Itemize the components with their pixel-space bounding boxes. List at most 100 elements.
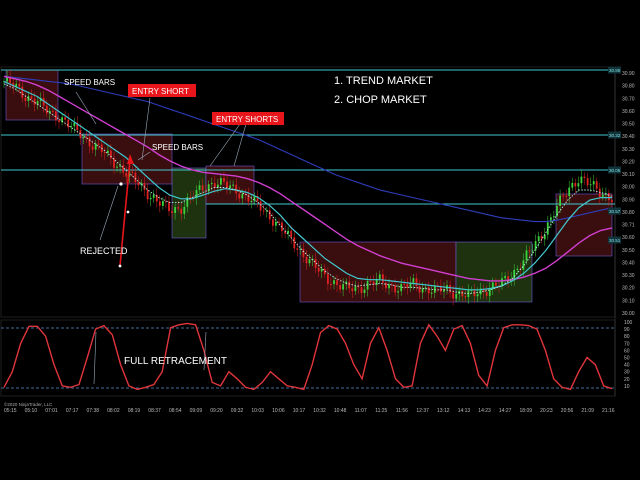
entry-shorts-label: ENTRY SHORTS [216,115,278,124]
candle-down [21,86,24,98]
candle-down [201,185,204,191]
candle-up [397,291,399,293]
candle-up [354,286,357,292]
candle-down [103,152,106,154]
candle-down [158,201,161,206]
candle-down [394,285,396,293]
candle-up [94,143,97,150]
candle-up [592,181,595,185]
candle-down [55,111,57,121]
candle-down [58,120,60,123]
candle-down [485,292,488,296]
price-level-tag: 30.57 [609,209,621,214]
candle-down [146,189,149,200]
time-axis-label: 11:07 [355,408,367,414]
candle-down [278,221,280,223]
rejected-point [118,264,122,268]
price-axis-label: 30.30 [622,147,635,153]
entry-short-label: ENTRY SHORT [132,87,189,96]
candle-up [207,184,210,192]
candle-down [45,105,48,114]
oscillator-axis-label: 50 [624,356,630,362]
oscillator-axis-label: 40 [624,363,630,369]
candle-down [348,281,351,289]
price-axis-label: 30.90 [622,71,635,77]
candle-up [220,178,222,185]
candle-down [33,98,36,105]
candle-up [198,185,201,190]
price-axis-label: 30.80 [622,210,635,216]
legend-trend-market: 1. TREND MARKET [334,75,433,87]
time-axis-label: 10:06 [272,408,285,414]
price-level-tag: 30.51 [609,238,621,243]
price-level-tag: 30.05 [609,168,621,173]
candle-up [412,278,415,283]
time-axis-label: 08:54 [169,408,182,414]
time-axis-label: 09:32 [231,408,244,414]
price-axis-label: 30.50 [622,122,635,128]
candle-down [611,200,613,202]
candle-up [559,195,561,206]
candle-down [586,178,589,186]
candle-down [226,181,228,188]
price-axis-label: 30.40 [622,261,635,267]
candle-up [589,184,592,186]
candle-down [385,282,387,289]
time-axis-label: 05:15 [4,408,17,414]
price-axis-label: 30.60 [622,235,635,241]
candle-down [97,143,100,145]
time-axis-label: 07:01 [45,408,58,414]
time-axis-label: 11:25 [375,408,387,414]
candle-up [476,294,479,297]
price-axis-label: 30.60 [622,109,635,115]
time-axis-label: 07:17 [66,408,79,414]
oscillator-axis-label: 70 [624,341,630,347]
time-axis-label: 08:02 [107,408,120,414]
oscillator-axis-label: 20 [624,377,630,383]
candle-down [235,184,238,194]
price-axis-label: 30.70 [622,96,635,102]
candle-down [268,210,271,220]
candle-up [513,269,516,279]
candle-down [305,256,308,264]
copyright-text: ©2020 NinjaTrader, LLC [4,401,53,407]
candle-up [571,183,574,188]
trend-box [299,241,457,303]
candle-up [149,197,152,200]
candle-up [229,185,231,188]
candle-up [152,194,155,198]
candle-up [531,250,534,252]
candle-up [388,284,390,289]
oscillator-axis-label: 80 [624,334,630,340]
candle-up [162,201,164,206]
candle-up [183,206,186,214]
candle-down [131,171,134,173]
candle-down [67,119,70,128]
price-axis-label: 30.40 [622,134,635,140]
time-axis-label: 20:56 [561,408,574,414]
time-axis-label: 09:20 [210,408,223,414]
price-axis-label: 30.90 [622,197,635,203]
candle-down [369,280,372,282]
candle-down [177,207,180,209]
candle-up [116,166,118,168]
time-axis-label: 14:27 [499,408,512,414]
candle-down [360,287,363,293]
price-axis-label: 30.20 [622,286,635,292]
candle-down [52,110,54,112]
time-axis-label: 13:12 [437,408,450,414]
time-axis-label: 14:23 [478,408,491,414]
oscillator-axis-label: 90 [624,327,630,333]
time-axis-label: 21:16 [602,408,615,414]
time-axis-label: 14:13 [458,408,471,414]
candle-down [595,181,598,189]
candle-down [171,211,173,213]
candle-up [333,280,335,285]
candle-down [351,288,354,292]
candle-up [308,259,311,264]
candle-up [119,165,121,167]
time-axis-label: 21:09 [581,408,594,414]
time-axis-label: 08:37 [148,408,161,414]
candle-down [317,267,320,272]
candle-down [418,286,421,293]
